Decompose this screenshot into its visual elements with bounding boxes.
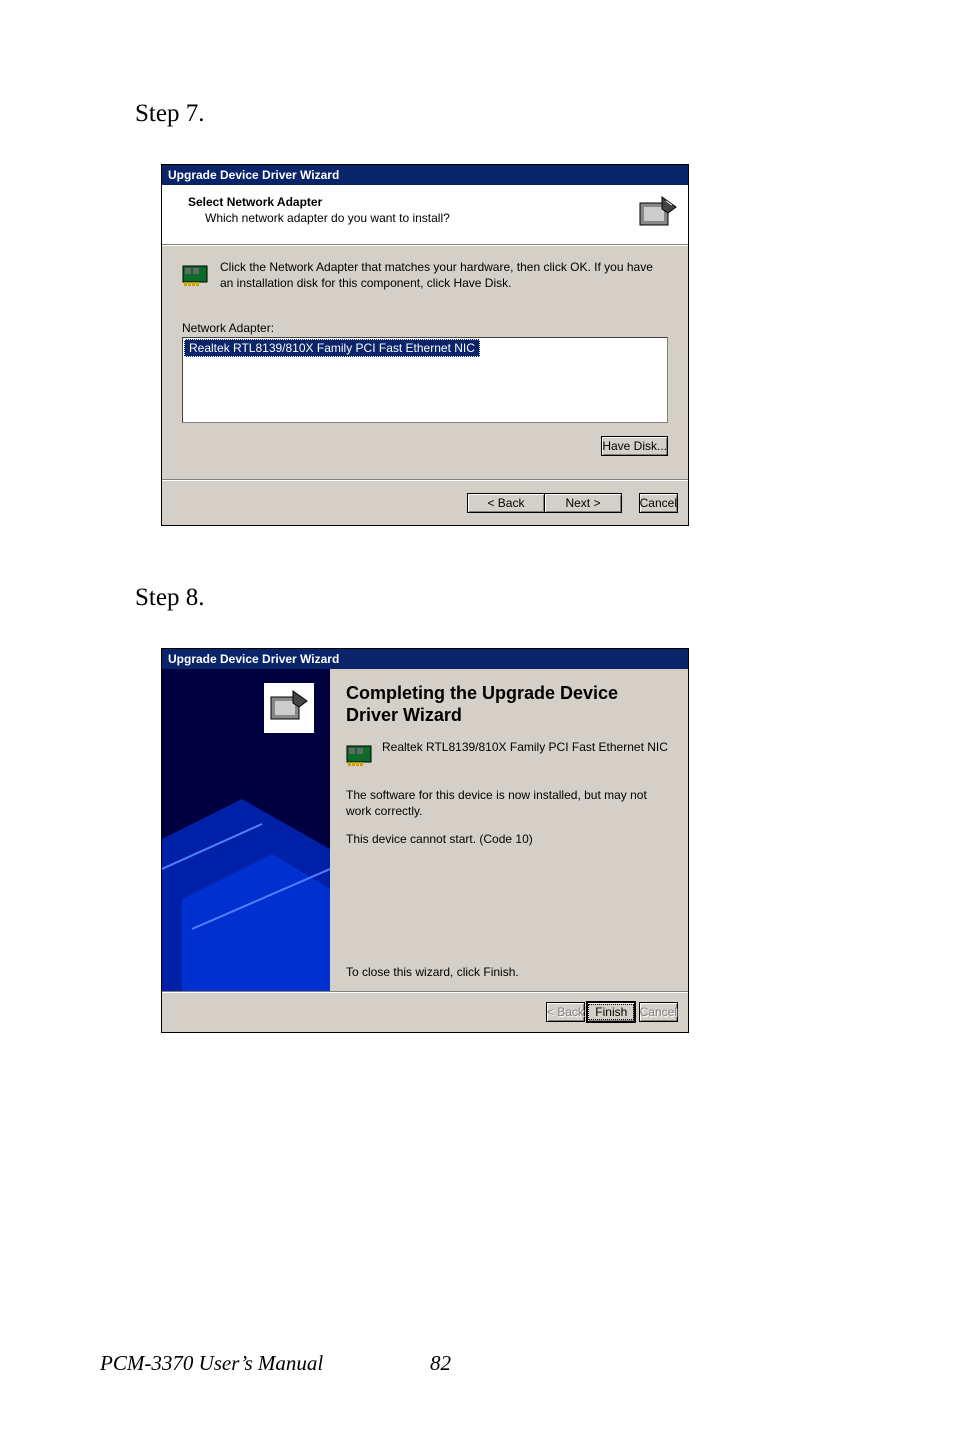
dialog1-info-row: Click the Network Adapter that matches y…: [182, 260, 668, 291]
dialog2-footer: < Back Finish Cancel: [162, 991, 688, 1032]
dialog2-main: Completing the Upgrade Device Driver Wiz…: [330, 669, 688, 991]
dialog1-info-text: Click the Network Adapter that matches y…: [220, 260, 668, 291]
manual-title: PCM-3370 User’s Manual: [100, 1351, 323, 1375]
dialog2-msg1: The software for this device is now inst…: [346, 788, 672, 819]
dialog2-device-name: Realtek RTL8139/810X Family PCI Fast Eth…: [382, 740, 668, 756]
network-adapter-icon: [346, 740, 374, 768]
page-number: 82: [430, 1351, 451, 1376]
cancel-button[interactable]: Cancel: [639, 493, 678, 513]
dialog1-header-subtitle: Which network adapter do you want to ins…: [188, 211, 676, 225]
back-button: < Back: [546, 1002, 585, 1022]
dialog2-close-hint: To close this wizard, click Finish.: [346, 965, 519, 979]
dialog2-heading: Completing the Upgrade Device Driver Wiz…: [346, 683, 672, 726]
back-button[interactable]: < Back: [467, 493, 545, 513]
network-adapter-list-label: Network Adapter:: [182, 321, 668, 335]
wizard-sidebar-graphic: [162, 669, 330, 991]
dialog2-msg2: This device cannot start. (Code 10): [346, 832, 672, 846]
dialog1-titlebar: Upgrade Device Driver Wizard: [162, 165, 688, 185]
cancel-button: Cancel: [639, 1002, 678, 1022]
finish-button[interactable]: Finish: [587, 1002, 635, 1022]
network-adapter-icon: [182, 260, 210, 288]
step-7-label: Step 7.: [135, 100, 824, 128]
network-adapter-listbox[interactable]: Realtek RTL8139/810X Family PCI Fast Eth…: [182, 337, 668, 423]
dialog2-titlebar: Upgrade Device Driver Wizard: [162, 649, 688, 669]
next-button[interactable]: Next >: [544, 493, 622, 513]
network-adapter-list-item[interactable]: Realtek RTL8139/810X Family PCI Fast Eth…: [184, 339, 480, 357]
dialog-completing-wizard: Upgrade Device Driver Wizard: [161, 648, 689, 1033]
dialog1-header: Select Network Adapter Which network ada…: [162, 185, 688, 245]
dialog-select-network-adapter: Upgrade Device Driver Wizard Select Netw…: [161, 164, 689, 526]
wizard-icon: [638, 193, 678, 233]
step-8-label: Step 8.: [135, 584, 824, 612]
have-disk-button[interactable]: Have Disk...: [601, 436, 668, 456]
dialog1-footer: < Back Next > Cancel: [162, 481, 688, 525]
page-footer: PCM-3370 User’s Manual 82: [100, 1351, 854, 1376]
dialog1-header-title: Select Network Adapter: [188, 195, 676, 209]
